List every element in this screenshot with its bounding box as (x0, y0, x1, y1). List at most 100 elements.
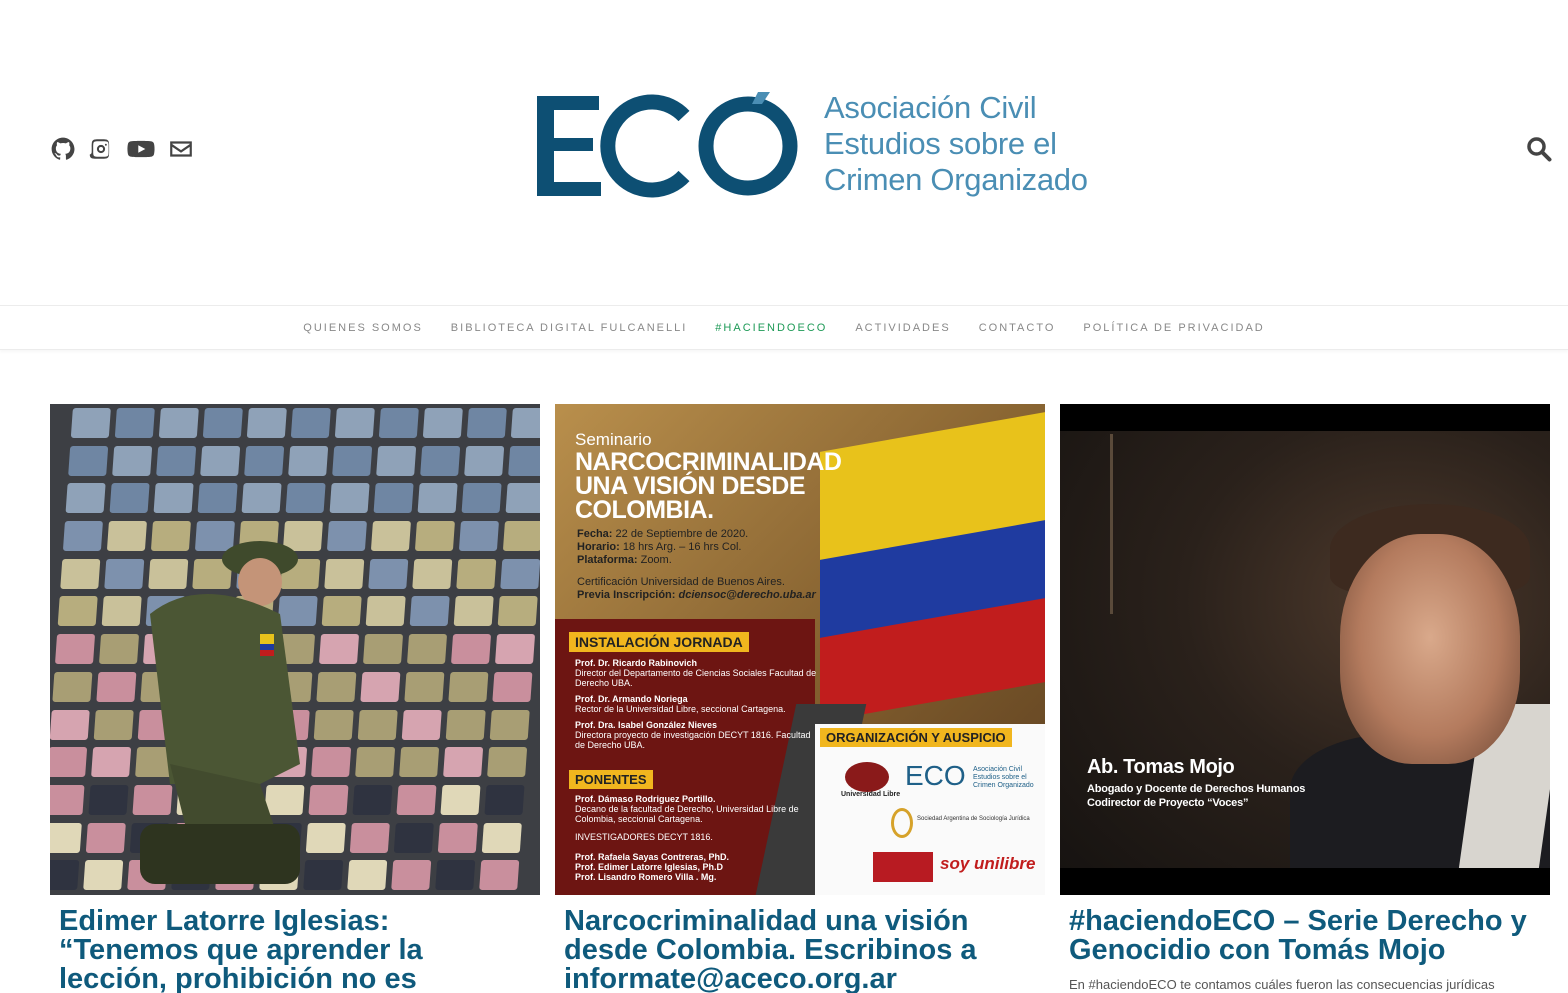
package-brick (399, 747, 440, 778)
package-brick (326, 521, 367, 552)
youtube-icon[interactable] (126, 136, 156, 162)
sponsor-name: ECO (905, 760, 966, 791)
package-brick (417, 483, 458, 514)
nav-item-haciendoeco[interactable]: #HACIENDOECO (701, 322, 841, 334)
package-brick (324, 558, 365, 589)
package-brick (489, 709, 530, 740)
package-brick (409, 596, 450, 627)
github-icon[interactable] (50, 136, 76, 162)
package-brick (290, 408, 331, 438)
post-title[interactable]: Edimer Latorre Iglesias: “Tenemos que ap… (59, 907, 531, 993)
post-card: Seminario NARCOCRIMINALIDAD UNA VISIÓN D… (555, 404, 1045, 993)
package-brick (396, 784, 437, 815)
package-brick (393, 822, 434, 853)
person-role: Decano de la facultad de Derecho, Univer… (575, 804, 799, 824)
package-brick (202, 408, 243, 438)
package-brick (334, 408, 375, 438)
detail-value: Zoom. (640, 554, 672, 566)
main-navigation: QUIENES SOMOS BIBLIOTECA DIGITAL FULCANE… (0, 305, 1568, 350)
caption-role: Codirector de Proyecto “Voces” (1087, 797, 1249, 809)
nav-item-actividades[interactable]: ACTIVIDADES (841, 322, 964, 334)
person-name: Prof. Dra. Isabel González Nieves (575, 720, 718, 730)
package-brick (448, 671, 489, 702)
poster-headline-line: COLOMBIA. (575, 496, 714, 524)
nav-item-quienes-somos[interactable]: QUIENES SOMOS (289, 322, 437, 334)
package-brick (510, 408, 540, 438)
post-thumbnail[interactable] (50, 404, 540, 895)
package-brick (445, 709, 486, 740)
package-brick (114, 408, 155, 438)
package-brick (316, 671, 357, 702)
package-brick (508, 445, 540, 476)
video-caption: Ab. Tomas Mojo Abogado y Docente de Dere… (1087, 756, 1305, 809)
package-brick (443, 747, 484, 778)
inscription-label: Previa Inscripción: (577, 589, 676, 601)
nav-item-contacto[interactable]: CONTACTO (965, 322, 1070, 334)
logo-tagline-line: Estudios sobre el (824, 126, 1057, 161)
excellence-badge (873, 852, 933, 882)
package-brick (378, 408, 419, 438)
person-role: Director del Departamento de Ciencias So… (575, 668, 817, 688)
package-brick (50, 709, 90, 740)
package-brick (391, 860, 432, 891)
social-links (50, 136, 194, 162)
package-brick (62, 521, 103, 552)
caption-role: Abogado y Docente de Derechos Humanos (1087, 783, 1306, 795)
package-brick (435, 860, 476, 891)
poster-kicker: Seminario (575, 430, 652, 449)
package-brick (437, 822, 478, 853)
package-brick (311, 747, 352, 778)
sasj-logo (891, 808, 913, 838)
universidad-libre-seal (845, 762, 889, 792)
sponsor-name: Universidad Libre (841, 791, 901, 798)
package-brick (65, 483, 106, 514)
person-name: Prof. Dr. Ricardo Rabinovich (575, 658, 698, 668)
nav-item-privacidad[interactable]: POLÍTICA DE PRIVACIDAD (1069, 322, 1278, 334)
post-card: Ab. Tomas Mojo Abogado y Docente de Dere… (1060, 404, 1550, 992)
poster-details: Fecha: 22 de Septiembre de 2020. Horario… (577, 528, 816, 602)
package-brick (502, 521, 540, 552)
post-thumbnail[interactable]: Ab. Tomas Mojo Abogado y Docente de Dere… (1060, 404, 1550, 895)
package-brick (360, 671, 401, 702)
section-install: INSTALACIÓN JORNADA (569, 632, 749, 652)
package-brick (500, 558, 540, 589)
package-brick (318, 634, 360, 665)
soldier-figure (140, 541, 300, 884)
package-brick (332, 445, 373, 476)
section-org: ORGANIZACIÓN Y AUSPICIO (820, 728, 1012, 747)
package-brick (484, 784, 525, 815)
eco-logo-mark (537, 92, 798, 198)
poster-cert: Certificación Universidad de Buenos Aire… (577, 576, 785, 588)
package-brick (406, 634, 448, 665)
site-logo[interactable]: Asociación Civil Estudios sobre el Crime… (534, 88, 1088, 206)
envelope-icon[interactable] (168, 136, 194, 162)
package-brick (420, 445, 461, 476)
caption-name: Ab. Tomas Mojo (1087, 756, 1235, 778)
package-brick (57, 596, 98, 627)
nav-item-biblioteca[interactable]: BIBLIOTECA DIGITAL FULCANELLI (437, 322, 702, 334)
package-brick (466, 408, 507, 438)
package-brick (68, 445, 109, 476)
post-title[interactable]: Narcocriminalidad una visión desde Colom… (564, 907, 1036, 993)
package-brick (412, 558, 453, 589)
post-title[interactable]: #haciendoECO – Serie Derecho y Genocidio… (1069, 907, 1541, 965)
speaker-portrait (1340, 534, 1520, 764)
package-brick (305, 822, 346, 853)
researcher: Prof. Edimer Latorre Iglesias, Ph.D (575, 862, 724, 872)
package-brick (497, 596, 538, 627)
package-brick (60, 558, 101, 589)
package-brick (50, 860, 80, 891)
package-brick (376, 445, 417, 476)
instagram-icon[interactable] (88, 136, 114, 162)
package-brick (453, 596, 494, 627)
poster-headline-line: NARCOCRIMINALIDAD (575, 448, 842, 476)
person-role: Directora proyecto de investigación DECY… (575, 730, 811, 750)
post-thumbnail[interactable]: Seminario NARCOCRIMINALIDAD UNA VISIÓN D… (555, 404, 1045, 895)
package-brick (54, 634, 96, 665)
search-icon[interactable] (1526, 136, 1552, 162)
package-brick (461, 483, 502, 514)
detail-label: Horario: (577, 541, 620, 553)
package-brick (414, 521, 455, 552)
package-brick (492, 671, 533, 702)
package-brick (481, 822, 522, 853)
